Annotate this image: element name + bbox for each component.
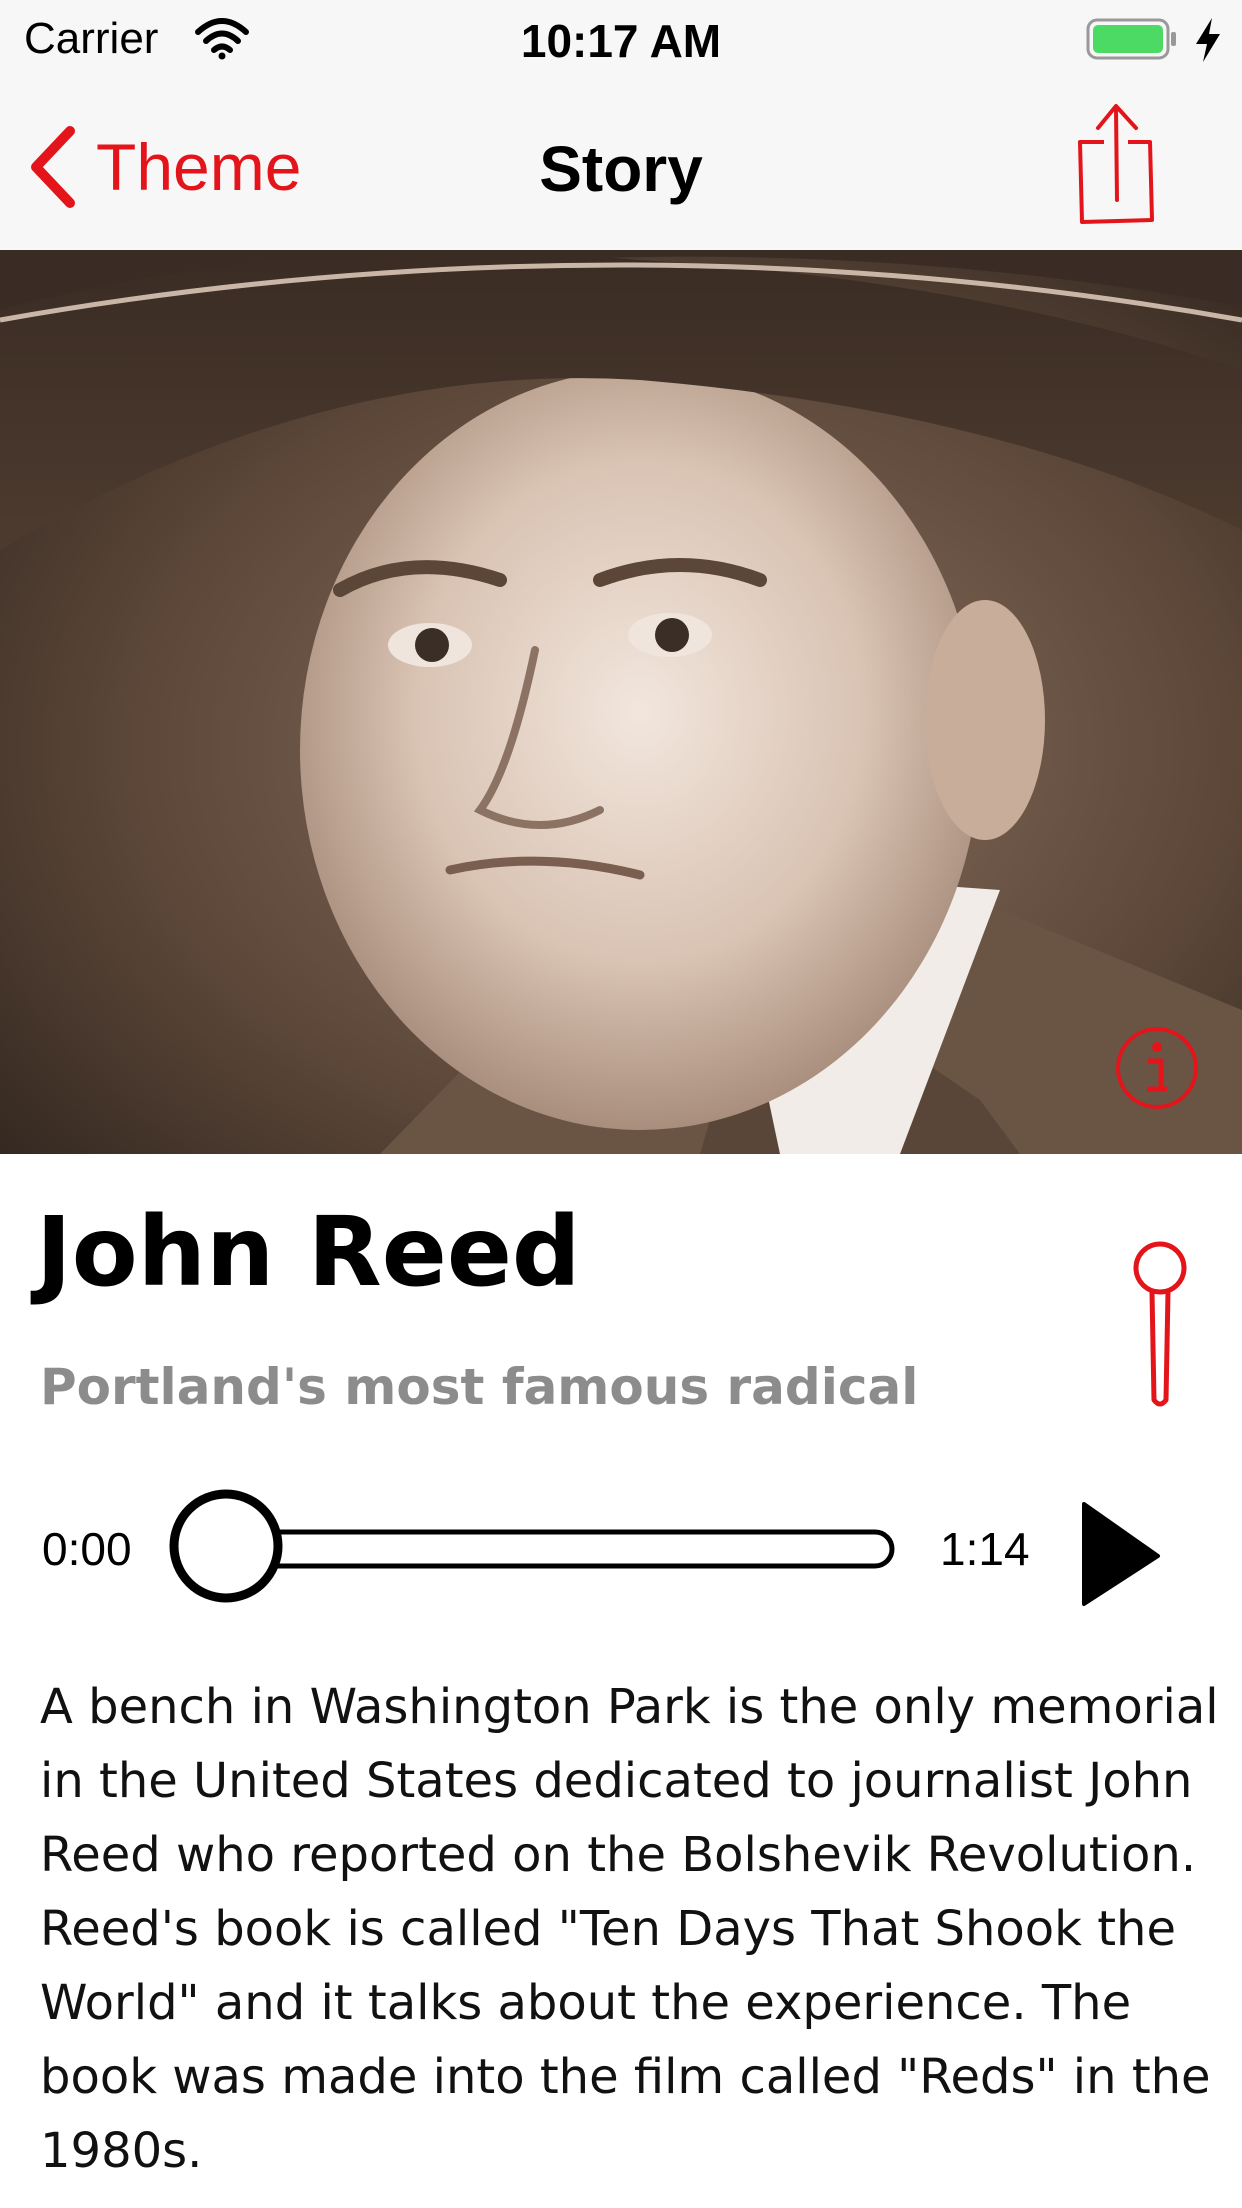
status-bar: Carrier 10:17 AM [0, 0, 1242, 84]
story-body-text: A bench in Washington Park is the only m… [40, 1679, 1219, 2179]
story-title: John Reed [36, 1196, 581, 1308]
story-subtitle: Portland's most famous radical [40, 1358, 919, 1416]
battery-icon [1086, 18, 1176, 60]
charging-bolt-icon [1196, 18, 1220, 62]
portrait-photo [0, 250, 1242, 1154]
slider-thumb [169, 1489, 283, 1603]
current-time-label: 0:00 [42, 1523, 132, 1575]
share-icon[interactable] [1074, 102, 1160, 228]
audio-player: 0:00 1:14 [0, 1480, 1242, 1620]
info-icon[interactable] [1114, 1025, 1200, 1111]
total-time-label: 1:14 [940, 1523, 1030, 1575]
navigation-bar: Theme Story [0, 84, 1242, 251]
status-time: 10:17 AM [520, 15, 722, 67]
page-title: Story [539, 133, 703, 205]
play-icon[interactable] [1078, 1500, 1162, 1608]
map-pin-icon[interactable] [1122, 1240, 1198, 1410]
story-photo [0, 250, 1242, 1154]
playback-slider[interactable] [166, 1480, 900, 1620]
